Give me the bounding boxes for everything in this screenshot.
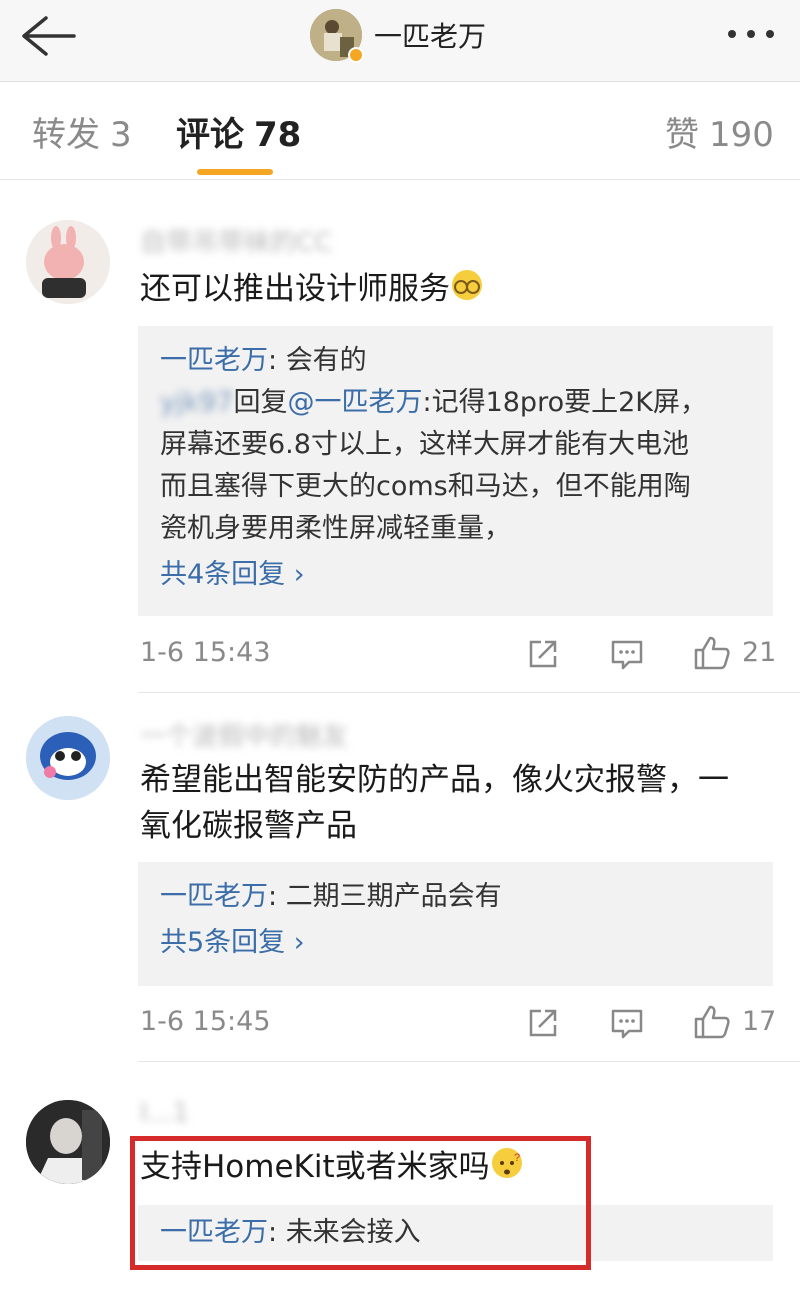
comment-text: 希望能出智能安防的产品，像火灾报警，一 氧化碳报警产品 (140, 762, 729, 844)
tab-reposts[interactable]: 转发 3 (32, 107, 132, 156)
more-icon[interactable] (724, 22, 778, 46)
comment-text: 还可以推出设计师服务 (140, 266, 780, 312)
svg-text:?: ? (514, 1152, 520, 1164)
tab-likes[interactable]: 赞 190 (665, 107, 774, 156)
quoted-username[interactable]: yjk97 (160, 387, 233, 418)
like-icon[interactable] (694, 1005, 730, 1043)
view-replies-link[interactable]: 共4条回复 › (160, 554, 751, 596)
comment-text: 支持HomeKit或者米家吗? (140, 1148, 522, 1185)
share-icon[interactable] (527, 1007, 559, 1043)
username[interactable]: 一个波假中的魅友 (140, 716, 348, 753)
username[interactable]: 自带吊带袜的CC (140, 222, 332, 259)
like-count: 21 (742, 637, 777, 668)
divider (138, 692, 800, 693)
active-tab-indicator (197, 169, 273, 175)
reply-box[interactable]: 一匹老万: 未来会接入 (138, 1205, 773, 1261)
divider (138, 1061, 800, 1062)
avatar[interactable] (310, 9, 364, 63)
share-icon[interactable] (527, 638, 559, 674)
view-replies-link[interactable]: 共5条回复 › (160, 922, 751, 964)
like-count: 17 (742, 1006, 777, 1037)
avatar[interactable] (26, 1100, 110, 1184)
like-icon[interactable] (694, 636, 730, 674)
confused-emoji-icon: ? (491, 1148, 522, 1178)
tab-bar: 转发 3 评论 78 赞 190 (0, 83, 800, 180)
glasses-emoji-icon (452, 270, 482, 300)
timestamp: 1-6 15:43 (140, 637, 271, 668)
avatar[interactable] (26, 716, 110, 800)
profile-header[interactable]: 一匹老万 (310, 8, 487, 63)
comment-icon[interactable] (611, 1009, 643, 1043)
page-title: 一匹老万 (374, 20, 487, 53)
reply-box[interactable]: 一匹老万: 二期三期产品会有 共5条回复 › (138, 862, 773, 986)
tab-comments[interactable]: 评论 78 (176, 107, 301, 156)
username[interactable]: I...1 (140, 1098, 189, 1128)
reply-box[interactable]: 一匹老万: 会有的 yjk97回复@一匹老万:记得18pro要上2K屏， 屏幕还… (138, 326, 773, 616)
avatar[interactable] (26, 220, 110, 304)
reply-author[interactable]: 一匹老万 (160, 345, 268, 376)
mention-link[interactable]: @一匹老万 (287, 387, 422, 418)
back-arrow-icon[interactable] (18, 14, 78, 58)
top-bar: 一匹老万 (0, 0, 800, 82)
reply-author[interactable]: 一匹老万 (160, 1217, 268, 1248)
reply-author[interactable]: 一匹老万 (160, 881, 268, 912)
verified-badge-icon (348, 47, 364, 63)
comment-icon[interactable] (611, 640, 643, 674)
timestamp: 1-6 15:45 (140, 1006, 271, 1037)
